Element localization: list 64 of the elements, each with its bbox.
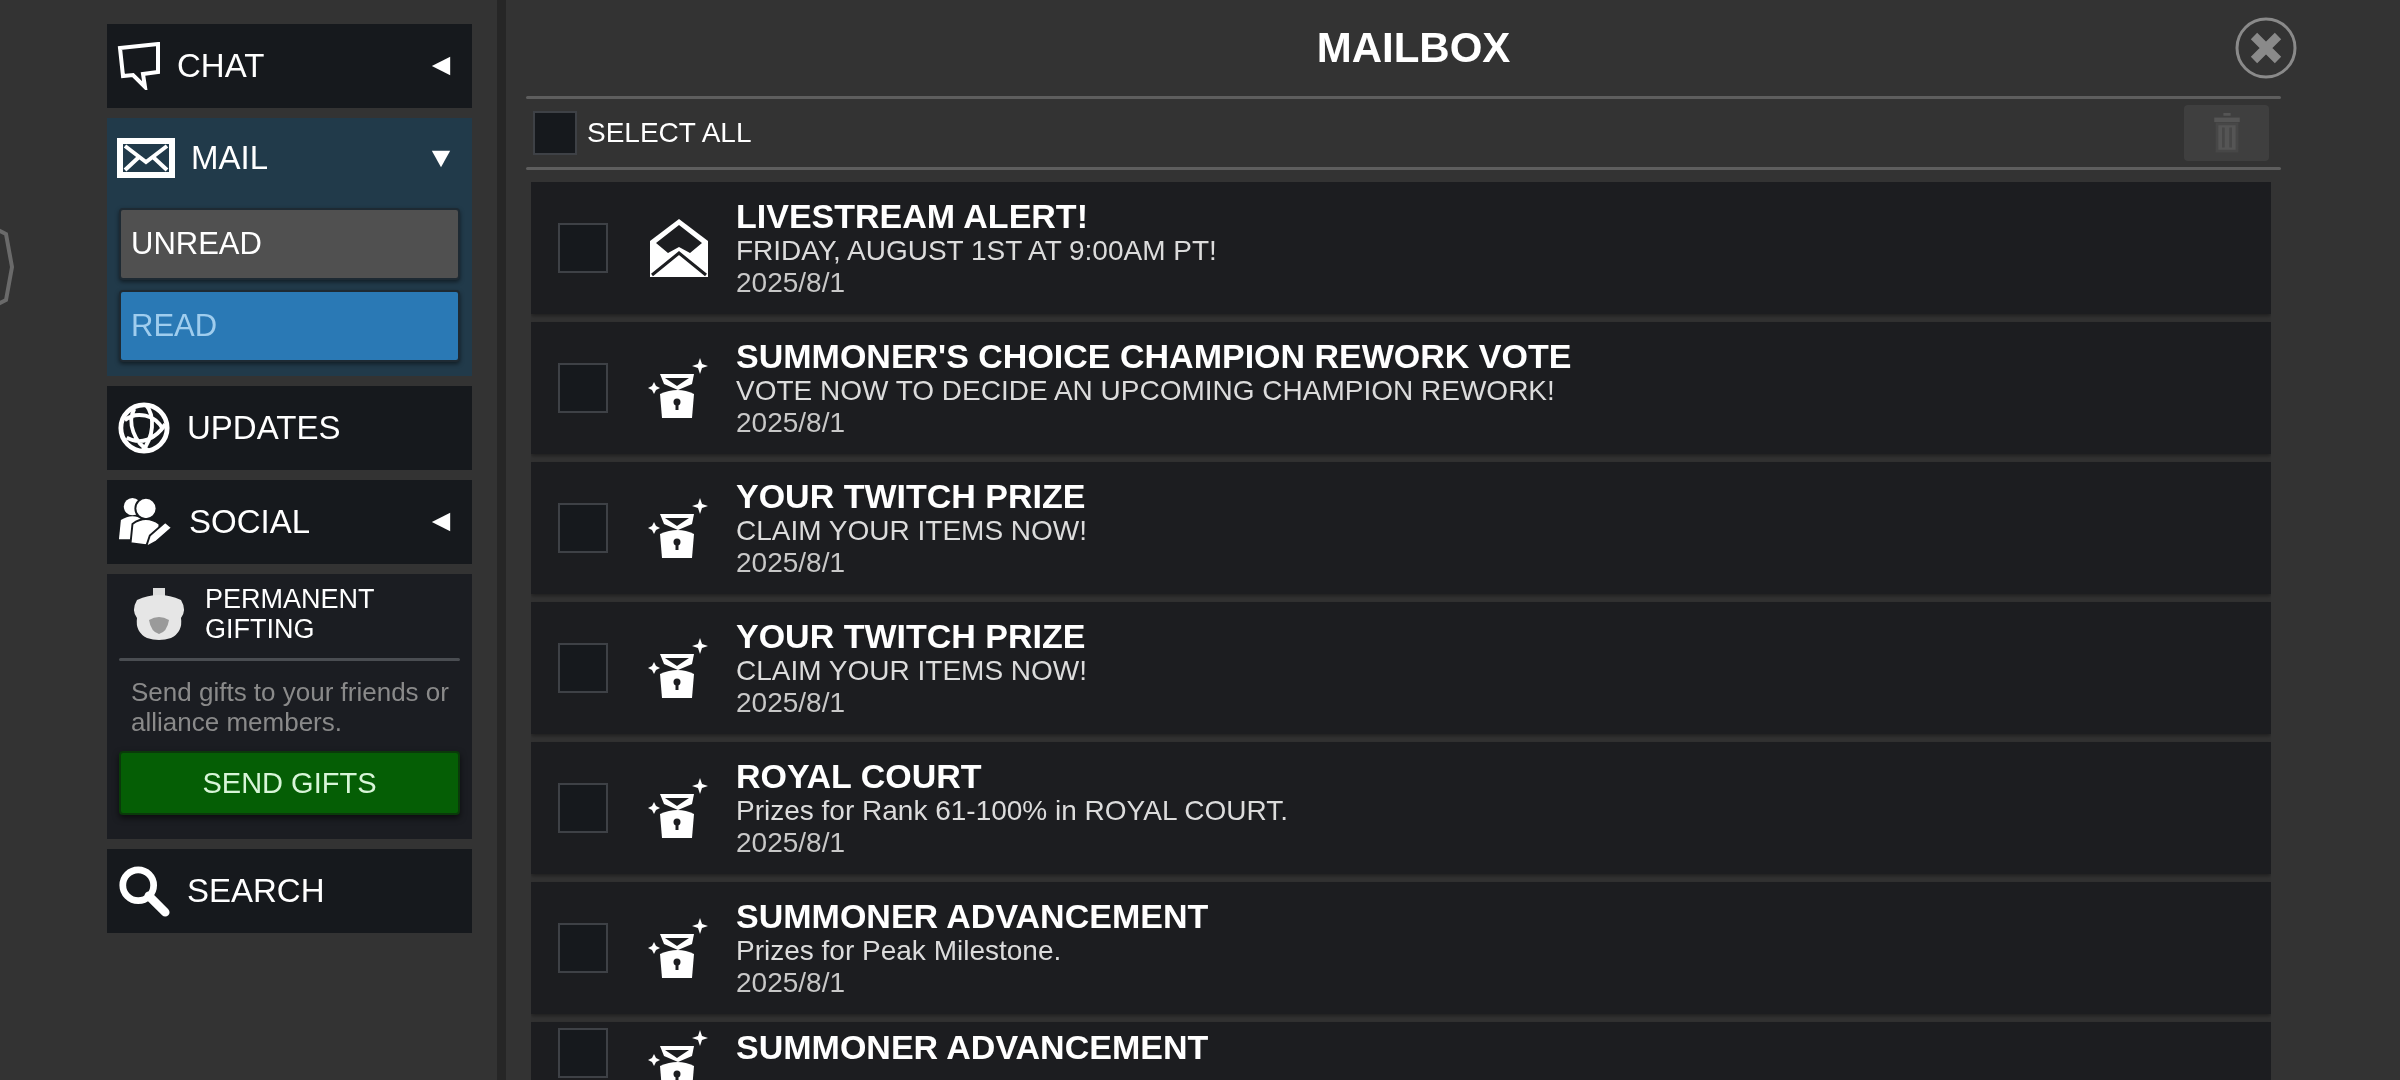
mail-subtitle: CLAIM YOUR ITEMS NOW! (736, 515, 1088, 547)
open-envelope-icon (648, 217, 710, 279)
menu-label: SOCIAL (189, 503, 312, 541)
send-gifts-button[interactable]: SEND GIFTS (119, 751, 460, 815)
treasure-chest-icon (648, 356, 710, 420)
mail-date: 2025/8/1 (736, 687, 846, 719)
filter-tab[interactable]: UNREAD (119, 208, 460, 280)
mail-title: ROYAL COURT (736, 757, 983, 795)
mail-date: 2025/8/1 (736, 547, 846, 579)
mail-title: YOUR TWITCH PRIZE (736, 477, 1087, 515)
mail-date: 2025/8/1 (736, 267, 846, 299)
mailbox-title: MAILBOX (1316, 24, 1511, 72)
message-row[interactable]: SUMMONER ADVANCEMENT (531, 1022, 2271, 1080)
mail-title: SUMMONER ADVANCEMENT (736, 1028, 1209, 1066)
mail-checkbox[interactable] (558, 223, 608, 273)
mail-subtitle: CLAIM YOUR ITEMS NOW! (736, 655, 1088, 687)
menu-label: SEARCH (187, 872, 326, 910)
speech-bubble-icon (117, 42, 161, 90)
select-all-checkbox[interactable] (533, 111, 577, 155)
mail-date: 2025/8/1 (736, 967, 846, 999)
select-all-label: SELECT ALL (587, 117, 753, 149)
mail-menu-item[interactable]: MAIL (107, 118, 472, 198)
menu-label: MAIL (191, 139, 270, 177)
search-icon (117, 864, 171, 918)
message-row[interactable]: SUMMONER ADVANCEMENT Prizes for Peak Milestone. 2025/8/1 (531, 882, 2271, 1014)
mail-subtitle: Prizes for Peak Milestone. (736, 935, 1063, 967)
mail-title: LIVESTREAM ALERT! (736, 197, 1089, 235)
mail-checkbox[interactable] (558, 923, 608, 973)
message-row[interactable]: SUMMONER'S CHOICE CHAMPION REWORK VOTE VOTE NOW TO DECIDE AN UPCOMING CHAMPION REWORK! 2025/8/1 (531, 322, 2271, 454)
animal-head-icon (131, 586, 187, 642)
menu-label: CHAT (177, 47, 266, 85)
mail-subtitle: FRIDAY, AUGUST 1ST AT 9:00AM PT! (736, 235, 1217, 267)
mail-title: YOUR TWITCH PRIZE (736, 617, 1087, 655)
updates-menu-item[interactable]: UPDATES (107, 386, 472, 470)
treasure-chest-icon (648, 496, 710, 560)
menu-label: UPDATES (187, 409, 342, 447)
mail-checkbox[interactable] (558, 1028, 608, 1078)
globe-icon (117, 401, 171, 455)
message-row[interactable]: YOUR TWITCH PRIZE CLAIM YOUR ITEMS NOW! 2025/8/1 (531, 602, 2271, 734)
social-menu-item[interactable]: SOCIAL (107, 480, 472, 564)
mail-checkbox[interactable] (558, 363, 608, 413)
gifting-description: Send gifts to your friends or alliance members. (130, 677, 450, 737)
message-row[interactable]: YOUR TWITCH PRIZE CLAIM YOUR ITEMS NOW! 2025/8/1 (531, 462, 2271, 594)
gifting-title: PERMANENT GIFTING (205, 584, 376, 644)
mail-checkbox[interactable] (558, 643, 608, 693)
delete-button[interactable] (2184, 105, 2269, 161)
close-icon[interactable] (2235, 17, 2297, 79)
mail-subtitle: VOTE NOW TO DECIDE AN UPCOMING CHAMPION REWORK! (736, 375, 1556, 407)
mail-date: 2025/8/1 (736, 407, 846, 439)
message-row[interactable]: ROYAL COURT Prizes for Rank 61-100% in ROYAL COURT. 2025/8/1 (531, 742, 2271, 874)
chat-menu-item[interactable]: CHAT (107, 24, 472, 108)
treasure-chest-icon (648, 1028, 710, 1080)
envelope-icon (117, 138, 175, 178)
mail-date: 2025/8/1 (736, 827, 846, 859)
treasure-chest-icon (648, 916, 710, 980)
treasure-chest-icon (648, 776, 710, 840)
mail-title: SUMMONER ADVANCEMENT (736, 897, 1209, 935)
treasure-chest-icon (648, 636, 710, 700)
message-row[interactable]: LIVESTREAM ALERT! FRIDAY, AUGUST 1ST AT 9:00AM PT! 2025/8/1 (531, 182, 2271, 314)
mail-checkbox[interactable] (558, 503, 608, 553)
mail-subtitle: Prizes for Rank 61-100% in ROYAL COURT. (736, 795, 1288, 827)
search-menu-item[interactable]: SEARCH (107, 849, 472, 933)
mail-checkbox[interactable] (558, 783, 608, 833)
mail-title: SUMMONER'S CHOICE CHAMPION REWORK VOTE (736, 337, 1572, 375)
